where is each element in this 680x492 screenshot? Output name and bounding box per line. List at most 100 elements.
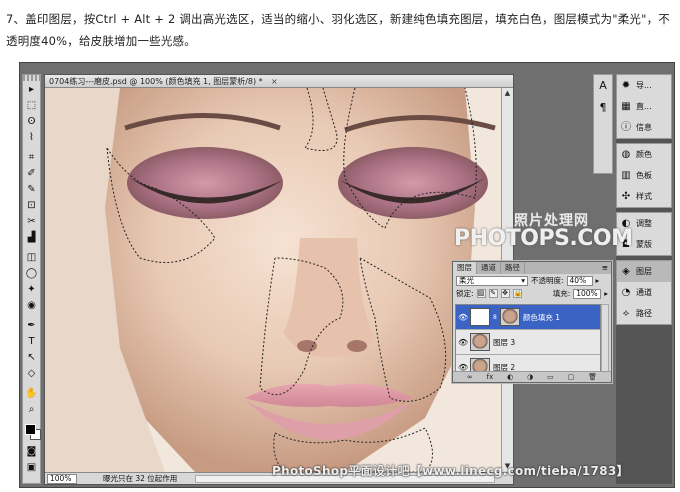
color-swatches[interactable] (23, 421, 41, 443)
new-layer-icon[interactable]: ▢ (568, 372, 575, 382)
clone-stamp-icon[interactable]: ⊡ (23, 198, 40, 213)
quick-mask-icon[interactable]: ◙ (23, 444, 40, 459)
document-title-bar[interactable]: 0704练习---磨皮.psd @ 100% (颜色填充 1, 图层蒙析/8) … (45, 75, 513, 88)
tab-layers[interactable]: 图层 (453, 262, 477, 274)
move-icon[interactable]: ▸ (23, 82, 40, 97)
layer-row[interactable]: 👁 图层 3 (456, 330, 600, 355)
character-panel-strip: A ¶ (593, 74, 613, 174)
blur-icon[interactable]: ◯ (23, 266, 40, 281)
document-title: 0704练习---磨皮.psd @ 100% (颜色填充 1, 图层蒙析/8) … (49, 77, 263, 86)
panel-label: 图层 (636, 267, 652, 276)
panel-group: ◍ 颜色 ▥ 色板 ✣ 样式 (616, 143, 672, 208)
panel-button[interactable]: ✹ 导... (617, 75, 671, 96)
panel-button[interactable]: ◍ 颜色 (617, 144, 671, 165)
watermark-bottom: PhotoShop平面设计吧【www.linecg.com/tieba/1783… (272, 464, 629, 478)
layer-name: 颜色填充 1 (522, 312, 560, 322)
watermark-en: PHOTOPS.COM (454, 226, 633, 251)
trash-icon[interactable]: 🗑 (588, 372, 597, 382)
link-icon: 8 (493, 313, 497, 321)
crop-icon[interactable]: ⌗ (23, 150, 40, 165)
marquee-icon[interactable]: ⬚ (23, 98, 40, 113)
document-window: 0704练习---磨皮.psd @ 100% (颜色填充 1, 图层蒙析/8) … (44, 74, 514, 485)
image-canvas[interactable] (45, 88, 503, 472)
link-layers-icon[interactable]: ∞ (467, 372, 473, 382)
fill-arrow-icon[interactable]: ▸ (604, 289, 608, 298)
magic-wand-icon[interactable]: ⌇ (23, 130, 40, 145)
layers-panel-footer: ∞ fx ◐ ◑ ▭ ▢ 🗑 (453, 371, 611, 382)
panel-menu-icon[interactable]: ≡ (602, 262, 611, 274)
blend-mode-select[interactable]: 柔光 ▾ (456, 275, 528, 286)
lock-position-icon[interactable]: ✥ (500, 289, 510, 298)
panel-button[interactable]: ⟡ 路径 (617, 303, 671, 324)
layer-mask-thumbnail[interactable] (499, 308, 520, 326)
tab-paths[interactable]: 路径 (501, 262, 525, 274)
lock-transparent-icon[interactable]: ▨ (476, 289, 486, 298)
pen-icon[interactable]: ✒ (23, 318, 40, 333)
layer-name: 图层 3 (493, 337, 516, 347)
panel-button[interactable]: ▦ 直... (617, 96, 671, 117)
mask-icon[interactable]: ◐ (507, 372, 513, 382)
layer-list-scrollbar[interactable] (601, 304, 609, 372)
sponge-icon[interactable]: ◉ (23, 298, 40, 313)
close-icon[interactable]: × (271, 75, 278, 88)
panel-button[interactable]: ◔ 通道 (617, 282, 671, 303)
brush-icon[interactable]: ✎ (23, 182, 40, 197)
lasso-icon[interactable]: ʘ (23, 114, 40, 129)
path-select-icon[interactable]: ↖ (23, 350, 40, 365)
panel-button[interactable]: ✣ 样式 (617, 186, 671, 207)
gradient-icon[interactable]: ◫ (23, 250, 40, 265)
foreground-color[interactable] (25, 424, 36, 435)
lock-label: 锁定: (456, 289, 474, 298)
layers-panel: 图层 通道 路径 ≡ 柔光 ▾ 不透明度: 40% ▸ 锁定: ▨ ✎ ✥ 🔒 … (452, 261, 612, 383)
layer-list: 👁 8 颜色填充 1 👁 图层 3 👁 图层 2 (455, 304, 601, 372)
eyedropper-icon[interactable]: ✐ (23, 166, 40, 181)
tab-channels[interactable]: 通道 (477, 262, 501, 274)
panel-button[interactable]: ▥ 色板 (617, 165, 671, 186)
character-panel-icon[interactable]: A (594, 75, 612, 97)
history-brush-icon[interactable]: ✂ (23, 214, 40, 229)
type-icon[interactable]: T (23, 334, 40, 349)
panel-group: ✹ 导... ▦ 直... ⓘ 信息 (616, 74, 672, 139)
opacity-field[interactable]: 40% (566, 275, 593, 286)
lock-row: 锁定: ▨ ✎ ✥ 🔒 填充: 100% ▸ (453, 287, 611, 300)
panel-dock: ✹ 导... ▦ 直... ⓘ 信息 ◍ 颜色 ▥ 色板 ✣ 样式 ◐ 调整 ◘ 蒙版 ◈ 图层 ◔ 通道 ⟡ 路径 (616, 74, 672, 484)
panel-icon: ⟡ (622, 308, 630, 319)
panel-button[interactable]: ⓘ 信息 (617, 117, 671, 138)
eye-icon[interactable]: 👁 (458, 313, 468, 322)
layer-thumbnail (470, 333, 490, 351)
layer-row[interactable]: 👁 图层 2 (456, 355, 600, 371)
lock-pixels-icon[interactable]: ✎ (488, 289, 498, 298)
shape-icon[interactable]: ◇ (23, 366, 40, 381)
dodge-icon[interactable]: ✦ (23, 282, 40, 297)
panel-label: 路径 (636, 309, 652, 318)
photoshop-window: ▸ ⬚ ʘ ⌇ ⌗ ✐ ✎ ⊡ ✂ ▟ ◫ ◯ ✦ ◉ ✒ T ↖ ◇ ✋ ⌕ ◙ ▣ 0704练习---磨皮.psd… (19, 62, 675, 488)
panel-label: 信息 (636, 123, 652, 132)
zoom-icon[interactable]: ⌕ (23, 402, 40, 417)
hand-icon[interactable]: ✋ (23, 386, 40, 401)
lock-all-icon[interactable]: 🔒 (512, 289, 522, 298)
screen-mode-icon[interactable]: ▣ (23, 460, 40, 475)
eye-icon[interactable]: 👁 (458, 338, 468, 347)
fill-field[interactable]: 100% (573, 288, 602, 299)
panel-icon: ⓘ (621, 122, 631, 133)
group-icon[interactable]: ▭ (547, 372, 554, 382)
toolbox-grip[interactable] (23, 75, 40, 81)
scroll-up-icon[interactable]: ▲ (502, 88, 513, 99)
panel-icon: ▦ (621, 101, 631, 112)
panel-button[interactable]: ◈ 图层 (617, 261, 671, 282)
layer-row[interactable]: 👁 8 颜色填充 1 (456, 305, 600, 330)
panel-icon: ◈ (622, 266, 630, 277)
opacity-arrow-icon[interactable]: ▸ (596, 276, 600, 285)
adjustment-icon[interactable]: ◑ (527, 372, 533, 382)
panel-label: 直... (636, 102, 652, 111)
paragraph-panel-icon[interactable]: ¶ (594, 97, 612, 119)
panel-icon: ◍ (621, 149, 631, 160)
fx-icon[interactable]: fx (487, 372, 494, 382)
layer-thumbnail (470, 358, 490, 371)
zoom-field[interactable]: 100% (47, 474, 77, 484)
blend-row: 柔光 ▾ 不透明度: 40% ▸ (453, 274, 611, 287)
status-info: 曝光只在 32 位起作用 (103, 474, 178, 483)
eraser-icon[interactable]: ▟ (23, 230, 40, 245)
panel-label: 通道 (636, 288, 652, 297)
panel-label: 色板 (636, 171, 652, 180)
